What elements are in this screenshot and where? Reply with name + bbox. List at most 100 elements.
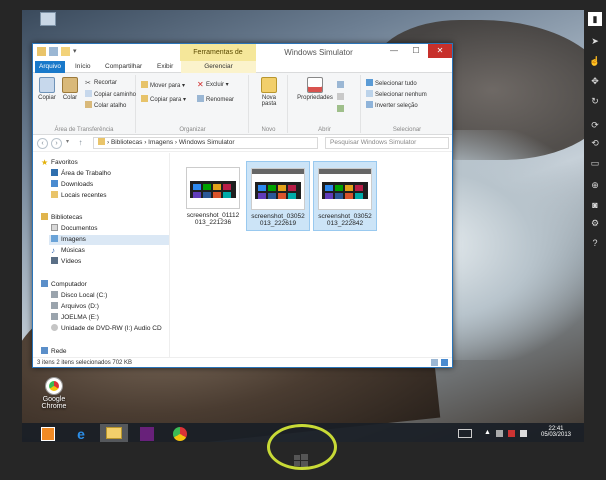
recent-locations-icon[interactable]: ▾ [66, 138, 69, 145]
invert-selection-button[interactable]: Inverter seleção [366, 101, 418, 110]
cut-button[interactable]: ✂ Recortar [85, 79, 117, 88]
nav-files-disk[interactable]: Arquivos (D:) [51, 302, 99, 312]
properties-quick-icon[interactable] [49, 47, 58, 56]
nav-local-disk[interactable]: Disco Local (C:) [51, 291, 107, 301]
taskbar-visual-studio[interactable] [133, 424, 161, 442]
edit-button[interactable] [337, 93, 346, 102]
action-center-icon[interactable] [496, 430, 503, 437]
large-icons-view-icon[interactable] [441, 359, 448, 366]
address-bar: ‹ › ▾ ↑ › Bibliotecas › Imagens › Window… [33, 135, 452, 152]
nav-network[interactable]: Rede [41, 347, 67, 357]
file-item[interactable]: screenshot_03052 013_222842 [313, 161, 377, 231]
nav-downloads[interactable]: Downloads [51, 180, 93, 190]
location-icon[interactable]: ⊕ [588, 178, 602, 192]
file-name-line1: screenshot_01112 [186, 212, 240, 219]
recycle-bin-icon[interactable] [40, 12, 56, 26]
move-to-button[interactable]: Mover para ▾ [141, 81, 185, 90]
search-input[interactable]: Pesquisar Windows Simulator [325, 137, 449, 149]
screenshot-icon[interactable]: ◙ [588, 198, 602, 212]
file-item[interactable]: screenshot_03052 013_222619 [246, 161, 310, 231]
computer-icon [41, 280, 48, 287]
copy-to-label: Copiar para ▾ [150, 97, 187, 103]
paste-shortcut-button[interactable]: Colar atalho [85, 101, 126, 110]
taskbar-chrome[interactable] [166, 424, 194, 442]
copy-path-button[interactable]: Copiar caminho [85, 90, 136, 99]
maximize-button[interactable]: ☐ [406, 44, 426, 58]
address-input[interactable]: › Bibliotecas › Imagens › Windows Simula… [93, 137, 318, 149]
tab-view[interactable]: Exibir [153, 61, 177, 73]
copy-button[interactable]: Copiar [36, 77, 58, 101]
taskbar-internet-explorer[interactable]: e [67, 424, 95, 442]
up-button[interactable]: ↑ [75, 138, 86, 149]
tab-manage[interactable]: Gerenciar [181, 61, 256, 73]
taskbar-media-player[interactable] [34, 424, 62, 442]
pin-icon[interactable]: ▮ [588, 12, 602, 26]
nav-libraries[interactable]: Bibliotecas [41, 213, 82, 223]
new-folder-button[interactable]: Nova pasta [256, 77, 282, 107]
network-status-icon[interactable] [508, 430, 515, 437]
copy-to-button[interactable]: Copiar para ▾ [141, 95, 186, 104]
forward-button[interactable]: › [51, 138, 62, 149]
paste-button[interactable]: Colar [60, 77, 80, 101]
rotate-touch-icon[interactable]: ↻ [588, 94, 602, 108]
details-view-icon[interactable] [431, 359, 438, 366]
tab-home[interactable]: Início [71, 61, 95, 73]
tray-expand-icon[interactable]: ▲ [484, 429, 491, 436]
copy-path-label: Copiar caminho [94, 92, 137, 98]
pinch-zoom-icon[interactable]: ✥ [588, 74, 602, 88]
new-folder-label-2: pasta [261, 101, 277, 107]
quick-access-dropdown-icon[interactable]: ▾ [73, 47, 82, 56]
back-button[interactable]: ‹ [37, 138, 48, 149]
cut-label: Recortar [94, 80, 118, 86]
file-item[interactable]: screenshot_01112 013_221236 [181, 161, 245, 229]
nav-favorites[interactable]: ★ Favoritos [41, 158, 78, 168]
select-all-button[interactable]: Selecionar tudo [366, 79, 417, 88]
rotate-clockwise-icon[interactable]: ⟳ [588, 118, 602, 132]
tab-share[interactable]: Compartilhar [101, 61, 146, 73]
delete-button[interactable]: ✕ Excluir ▾ [197, 81, 229, 90]
nav-pictures[interactable]: Imagens [49, 235, 169, 245]
nav-computer[interactable]: Computador [41, 280, 87, 290]
taskbar-file-explorer[interactable] [100, 424, 128, 442]
close-button[interactable]: ✕ [428, 44, 452, 58]
explorer-window[interactable]: ▾ Ferramentas de Imagem Windows Simulato… [32, 43, 453, 368]
select-none-button[interactable]: Selecionar nenhum [366, 90, 427, 99]
clock[interactable]: 22:41 05/03/2013 [536, 426, 576, 438]
desktop-chrome-shortcut[interactable]: Google Chrome [34, 378, 74, 410]
help-icon[interactable]: ? [588, 236, 602, 250]
nav-music[interactable]: ♪ Músicas [51, 246, 85, 256]
volume-icon[interactable] [520, 430, 527, 437]
minimize-button[interactable]: — [384, 44, 404, 58]
settings-gear-icon[interactable]: ⚙ [588, 216, 602, 230]
nav-videos[interactable]: Vídeos [51, 257, 81, 267]
nav-joelma[interactable]: JOELMA (E:) [51, 313, 99, 323]
history-icon [337, 105, 344, 112]
resolution-icon[interactable]: ▭ [588, 156, 602, 170]
dvd-icon [51, 324, 58, 331]
title-bar[interactable]: ▾ Ferramentas de Imagem Windows Simulato… [33, 44, 452, 73]
keyboard-icon[interactable] [458, 429, 472, 438]
rename-button[interactable]: Renomear [197, 95, 234, 104]
properties-label: Propriedades [297, 95, 333, 101]
nav-recent[interactable]: Locais recentes [51, 191, 107, 201]
new-folder-quick-icon[interactable] [61, 47, 70, 56]
nav-documents-label: Documentos [61, 225, 98, 232]
nav-dvd[interactable]: Unidade de DVD-RW (I:) Audio CD [51, 324, 162, 334]
rotate-counterclockwise-icon[interactable]: ⟲ [588, 136, 602, 150]
history-button[interactable] [337, 105, 346, 114]
open-button[interactable] [337, 81, 346, 90]
desktop-chrome-label: Google Chrome [41, 396, 67, 410]
simulator-toolbar: ▮ ➤ ☝ ✥ ↻ ⟳ ⟲ ▭ ⊕ ◙ ⚙ ? [584, 8, 606, 308]
tab-file[interactable]: Arquivo [35, 61, 66, 73]
mouse-mode-icon[interactable]: ➤ [588, 34, 602, 48]
clipboard-group: Copiar Colar ✂ Recortar Copiar caminho Co… [33, 75, 136, 133]
nav-desktop[interactable]: Área de Trabalho [51, 169, 111, 179]
properties-button[interactable]: Propriedades [295, 77, 335, 101]
nav-documents[interactable]: Documentos [51, 224, 98, 234]
drive-icon [51, 313, 58, 320]
clipboard-group-title: Área de Transferência [54, 127, 114, 133]
nav-desktop-label: Área de Trabalho [61, 170, 111, 177]
nav-local-disk-label: Disco Local (C:) [61, 292, 108, 299]
nav-network-label: Rede [51, 348, 67, 355]
touch-mode-icon[interactable]: ☝ [588, 54, 602, 68]
